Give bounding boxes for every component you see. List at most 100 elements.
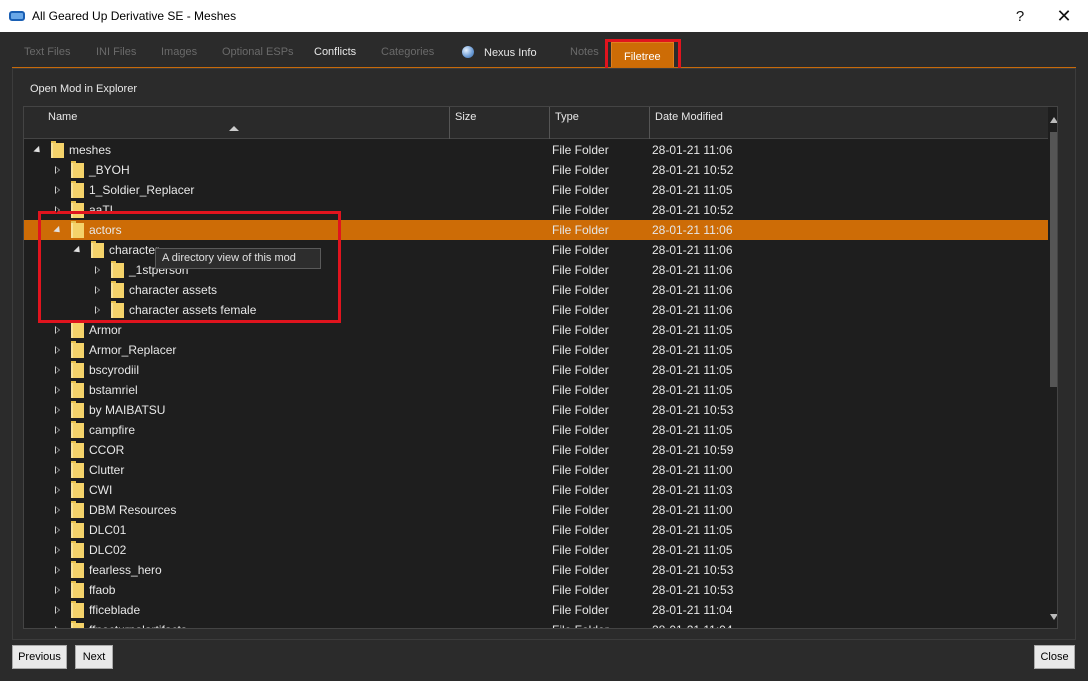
row-type: File Folder — [552, 263, 609, 277]
collapsed-arrow-icon[interactable] — [53, 380, 63, 400]
tree-row[interactable]: fearless_hero File Folder 28-01-21 10:53 — [24, 560, 1048, 580]
tree-row[interactable]: meshes File Folder 28-01-21 11:06 — [24, 140, 1048, 160]
row-date-modified: 28-01-21 11:06 — [652, 263, 733, 277]
row-type: File Folder — [552, 203, 609, 217]
vertical-scrollbar[interactable] — [1048, 107, 1057, 628]
tree-row[interactable]: campfire File Folder 28-01-21 11:05 — [24, 420, 1048, 440]
row-date-modified: 28-01-21 11:00 — [652, 503, 733, 517]
tab-text-files[interactable]: Text Files — [24, 46, 70, 66]
tree-row[interactable]: Clutter File Folder 28-01-21 11:00 — [24, 460, 1048, 480]
row-date-modified: 28-01-21 11:05 — [652, 423, 733, 437]
collapsed-arrow-icon[interactable] — [53, 540, 63, 560]
collapsed-arrow-icon[interactable] — [53, 340, 63, 360]
collapsed-arrow-icon[interactable] — [53, 320, 63, 340]
row-date-modified: 28-01-21 11:05 — [652, 343, 733, 357]
tab-bar: Text Files INI Files Images Optional ESP… — [12, 40, 1076, 70]
collapsed-arrow-icon[interactable] — [53, 620, 63, 628]
tree-row[interactable]: Armor File Folder 28-01-21 11:05 — [24, 320, 1048, 340]
row-type: File Folder — [552, 183, 609, 197]
folder-icon — [71, 181, 84, 198]
tree-row[interactable]: bstamriel File Folder 28-01-21 11:05 — [24, 380, 1048, 400]
help-button[interactable]: ? — [998, 0, 1042, 32]
row-name: CCOR — [89, 443, 125, 457]
app-icon — [9, 11, 25, 21]
collapsed-arrow-icon[interactable] — [53, 600, 63, 620]
collapsed-arrow-icon[interactable] — [53, 520, 63, 540]
tab-categories[interactable]: Categories — [381, 46, 434, 66]
tree-row[interactable]: _BYOH File Folder 28-01-21 10:52 — [24, 160, 1048, 180]
collapsed-arrow-icon[interactable] — [53, 440, 63, 460]
folder-icon — [71, 501, 84, 518]
window-title: All Geared Up Derivative SE - Meshes — [32, 9, 237, 23]
collapsed-arrow-icon[interactable] — [53, 580, 63, 600]
row-date-modified: 28-01-21 11:05 — [652, 543, 733, 557]
tab-conflicts[interactable]: Conflicts — [314, 46, 356, 66]
window-close-button[interactable]: ✕ — [1042, 0, 1086, 32]
column-date-modified[interactable]: Date Modified — [650, 107, 1048, 139]
tree-row[interactable]: bscyrodiil File Folder 28-01-21 11:05 — [24, 360, 1048, 380]
row-name: DLC01 — [89, 523, 127, 537]
tree-row[interactable]: fficeblade File Folder 28-01-21 11:04 — [24, 600, 1048, 620]
collapsed-arrow-icon[interactable] — [53, 360, 63, 380]
row-type: File Folder — [552, 403, 609, 417]
row-type: File Folder — [552, 223, 609, 237]
tree-row[interactable]: DLC01 File Folder 28-01-21 11:05 — [24, 520, 1048, 540]
collapsed-arrow-icon[interactable] — [53, 560, 63, 580]
next-button[interactable]: Next — [75, 645, 113, 669]
folder-icon — [71, 541, 84, 558]
expanded-arrow-icon[interactable] — [33, 140, 43, 160]
scroll-up-icon[interactable] — [1050, 117, 1057, 123]
row-type: File Folder — [552, 523, 609, 537]
row-name: DBM Resources — [89, 503, 177, 517]
folder-icon — [71, 561, 84, 578]
tab-images[interactable]: Images — [161, 46, 197, 66]
collapsed-arrow-icon[interactable] — [53, 420, 63, 440]
folder-icon — [71, 401, 84, 418]
collapsed-arrow-icon[interactable] — [53, 180, 63, 200]
tab-nexus-info-label: Nexus Info — [484, 47, 537, 59]
file-tree[interactable]: Name Size Type Date Modified meshes File … — [23, 106, 1058, 629]
row-date-modified: 28-01-21 11:06 — [652, 283, 733, 297]
folder-icon — [71, 381, 84, 398]
previous-button[interactable]: Previous — [12, 645, 67, 669]
column-name[interactable]: Name — [24, 107, 450, 139]
tree-row[interactable]: DLC02 File Folder 28-01-21 11:05 — [24, 540, 1048, 560]
tree-row[interactable]: CCOR File Folder 28-01-21 10:59 — [24, 440, 1048, 460]
row-type: File Folder — [552, 563, 609, 577]
tab-nexus-info[interactable]: Nexus Info — [462, 46, 537, 66]
tree-row[interactable]: DBM Resources File Folder 28-01-21 11:00 — [24, 500, 1048, 520]
collapsed-arrow-icon[interactable] — [53, 480, 63, 500]
tree-row[interactable]: 1_Soldier_Replacer File Folder 28-01-21 11… — [24, 180, 1048, 200]
tab-notes[interactable]: Notes — [570, 46, 599, 66]
folder-icon — [71, 341, 84, 358]
tree-row[interactable]: by MAIBATSU File Folder 28-01-21 10:53 — [24, 400, 1048, 420]
close-button[interactable]: Close — [1034, 645, 1075, 669]
row-name: Clutter — [89, 463, 125, 477]
collapsed-arrow-icon[interactable] — [53, 400, 63, 420]
scroll-thumb[interactable] — [1050, 132, 1057, 387]
row-name: bscyrodiil — [89, 363, 140, 377]
tree-row[interactable]: ffaob File Folder 28-01-21 10:53 — [24, 580, 1048, 600]
collapsed-arrow-icon[interactable] — [53, 460, 63, 480]
row-type: File Folder — [552, 163, 609, 177]
tree-header: Name Size Type Date Modified — [24, 107, 1048, 139]
row-date-modified: 28-01-21 11:05 — [652, 323, 733, 337]
tree-row[interactable]: CWI File Folder 28-01-21 11:03 — [24, 480, 1048, 500]
tree-row[interactable]: ffnocturnalartifacts File Folder 28-01-21 … — [24, 620, 1048, 628]
column-size[interactable]: Size — [450, 107, 550, 139]
collapsed-arrow-icon[interactable] — [53, 500, 63, 520]
scroll-down-icon[interactable] — [1050, 614, 1057, 620]
collapsed-arrow-icon[interactable] — [53, 160, 63, 180]
tab-optional-esps[interactable]: Optional ESPs — [222, 46, 294, 66]
row-type: File Folder — [552, 343, 609, 357]
row-date-modified: 28-01-21 11:05 — [652, 363, 733, 377]
row-date-modified: 28-01-21 10:53 — [652, 583, 734, 597]
row-type: File Folder — [552, 463, 609, 477]
open-mod-in-explorer-button[interactable]: Open Mod in Explorer — [30, 83, 137, 95]
row-type: File Folder — [552, 243, 609, 257]
row-date-modified: 28-01-21 10:53 — [652, 403, 734, 417]
row-date-modified: 28-01-21 11:04 — [652, 620, 733, 628]
tree-row[interactable]: Armor_Replacer File Folder 28-01-21 11:05 — [24, 340, 1048, 360]
tab-ini-files[interactable]: INI Files — [96, 46, 136, 66]
column-type[interactable]: Type — [550, 107, 650, 139]
